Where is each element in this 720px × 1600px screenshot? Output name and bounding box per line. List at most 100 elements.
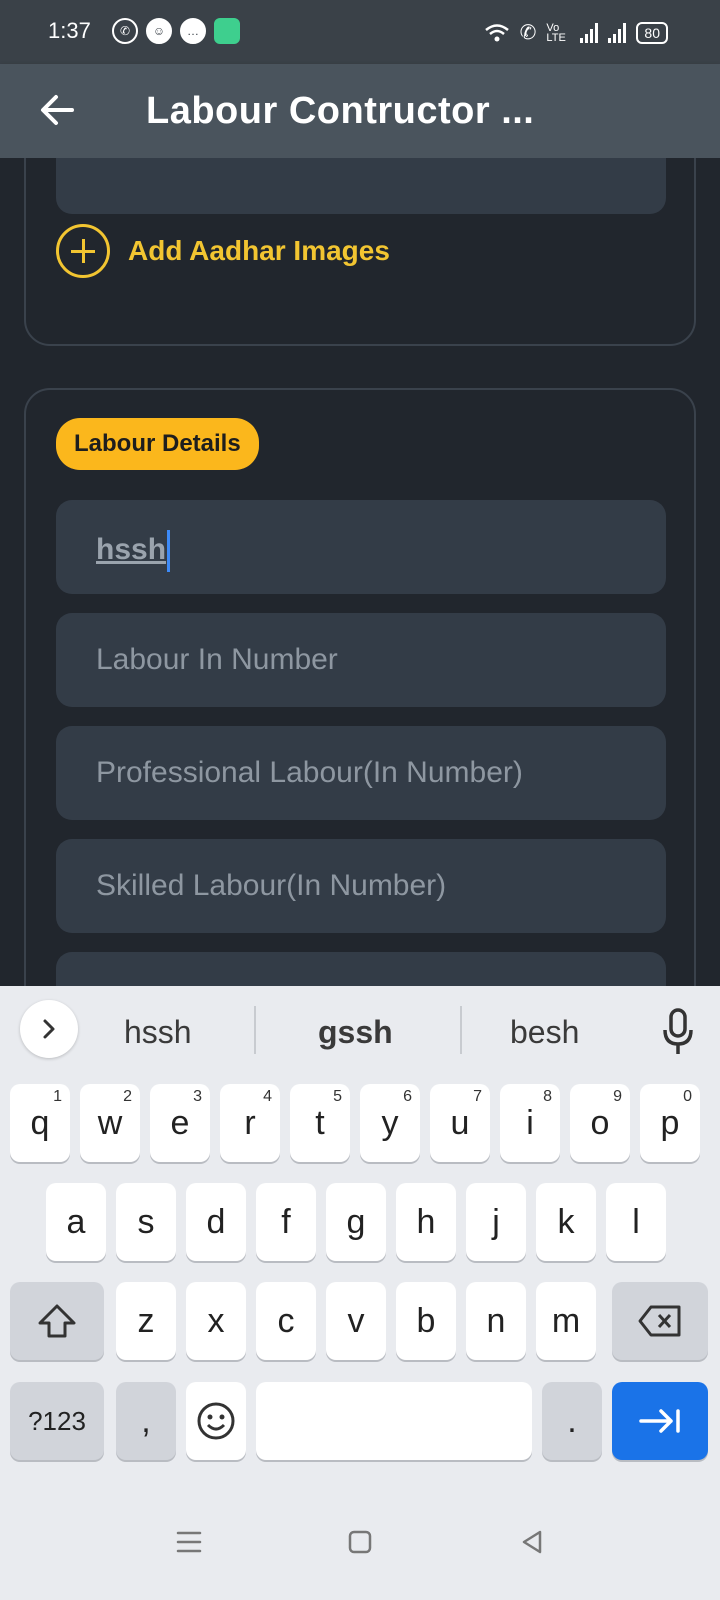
aadhar-card: Add Aadhar Images <box>24 158 696 346</box>
key-l[interactable]: l <box>606 1183 666 1261</box>
key-t-number-hint: 5 <box>333 1088 342 1105</box>
key-q-number-hint: 1 <box>53 1088 62 1105</box>
signal-icon-2 <box>608 22 627 43</box>
labour-name-input[interactable]: hssh <box>56 500 666 594</box>
backspace-key[interactable] <box>612 1282 708 1360</box>
key-o[interactable]: o9 <box>570 1084 630 1162</box>
space-key[interactable] <box>256 1382 532 1460</box>
key-h[interactable]: h <box>396 1183 456 1261</box>
key-n-label: n <box>486 1301 506 1340</box>
key-w-label: w <box>97 1103 123 1142</box>
key-p[interactable]: p0 <box>640 1084 700 1162</box>
signal-icon-1 <box>580 22 599 43</box>
aadhar-field[interactable] <box>56 158 666 214</box>
key-u[interactable]: u7 <box>430 1084 490 1162</box>
key-m[interactable]: m <box>536 1282 596 1360</box>
labour-in-number-placeholder: Labour In Number <box>96 643 338 676</box>
microphone-icon[interactable] <box>660 1008 696 1056</box>
expand-toolbar-button[interactable] <box>20 1000 78 1058</box>
key-x[interactable]: x <box>186 1282 246 1360</box>
key-j[interactable]: j <box>466 1183 526 1261</box>
key-j-label: j <box>492 1202 500 1241</box>
suggestion-strip: hssh gssh besh <box>0 986 720 1082</box>
key-k[interactable]: k <box>536 1183 596 1261</box>
key-c[interactable]: c <box>256 1282 316 1360</box>
key-s-label: s <box>137 1202 155 1241</box>
notification-icons: ✆ ☺ … <box>112 18 240 44</box>
wifi-icon <box>484 23 509 41</box>
key-c-label: c <box>277 1301 295 1340</box>
key-y-number-hint: 6 <box>403 1088 412 1105</box>
key-s[interactable]: s <box>116 1183 176 1261</box>
key-r[interactable]: r4 <box>220 1084 280 1162</box>
professional-labour-input[interactable]: Professional Labour(In Number) <box>56 726 666 820</box>
key-r-number-hint: 4 <box>263 1088 272 1105</box>
symbols-key[interactable]: ?123 <box>10 1382 104 1460</box>
snapchat-icon: ☺ <box>146 18 172 44</box>
shift-icon <box>38 1304 76 1338</box>
add-circle-icon <box>56 224 110 278</box>
tab-arrow-icon <box>639 1409 680 1433</box>
key-d[interactable]: d <box>186 1183 246 1261</box>
key-d-label: d <box>206 1202 226 1241</box>
suggestion-2[interactable]: gssh <box>318 1014 393 1051</box>
key-p-number-hint: 0 <box>683 1088 692 1105</box>
key-w[interactable]: w2 <box>80 1084 140 1162</box>
shift-key[interactable] <box>10 1282 104 1360</box>
key-g-label: g <box>346 1202 366 1241</box>
key-e-number-hint: 3 <box>193 1088 202 1105</box>
suggestion-divider <box>460 1006 462 1054</box>
backspace-icon <box>638 1305 681 1337</box>
labour-details-card: Labour Details hssh Labour In Number Pro… <box>24 388 696 986</box>
key-f[interactable]: f <box>256 1183 316 1261</box>
next-field-key[interactable] <box>612 1382 708 1460</box>
key-g[interactable]: g <box>326 1183 386 1261</box>
key-y[interactable]: y6 <box>360 1084 420 1162</box>
key-e[interactable]: e3 <box>150 1084 210 1162</box>
key-u-number-hint: 7 <box>473 1088 482 1105</box>
suggestion-divider <box>254 1006 256 1054</box>
key-i[interactable]: i8 <box>500 1084 560 1162</box>
key-p-label: p <box>660 1103 680 1142</box>
professional-labour-placeholder: Professional Labour(In Number) <box>96 756 523 789</box>
key-x-label: x <box>207 1301 225 1340</box>
key-m-label: m <box>551 1301 581 1340</box>
home-icon[interactable] <box>348 1530 372 1554</box>
key-i-number-hint: 8 <box>543 1088 552 1105</box>
form-content[interactable]: Add Aadhar Images Labour Details hssh La… <box>0 158 720 986</box>
key-t[interactable]: t5 <box>290 1084 350 1162</box>
skilled-labour-placeholder: Skilled Labour(In Number) <box>96 869 447 902</box>
page-title: Labour Contructor ... <box>146 90 535 132</box>
next-input[interactable] <box>56 952 666 986</box>
recent-apps-icon[interactable] <box>176 1530 202 1554</box>
key-a[interactable]: a <box>46 1183 106 1261</box>
back-triangle-icon[interactable] <box>520 1530 544 1554</box>
key-h-label: h <box>416 1202 436 1241</box>
key-v[interactable]: v <box>326 1282 386 1360</box>
labour-in-number-input[interactable]: Labour In Number <box>56 613 666 707</box>
status-time: 1:37 <box>48 18 91 43</box>
volte-label: Vo LTE <box>546 21 566 44</box>
chevron-right-icon <box>43 1019 55 1039</box>
emoji-icon <box>197 1402 235 1440</box>
key-q[interactable]: q1 <box>10 1084 70 1162</box>
key-b[interactable]: b <box>396 1282 456 1360</box>
emoji-key[interactable] <box>186 1382 246 1460</box>
key-l-label: l <box>632 1202 640 1241</box>
text-cursor <box>167 530 171 572</box>
add-aadhar-button[interactable]: Add Aadhar Images <box>56 224 390 278</box>
labour-name-value: hssh <box>96 532 167 566</box>
key-n[interactable]: n <box>466 1282 526 1360</box>
key-z[interactable]: z <box>116 1282 176 1360</box>
skilled-labour-input[interactable]: Skilled Labour(In Number) <box>56 839 666 933</box>
suggestion-3[interactable]: besh <box>510 1014 579 1051</box>
key-y-label: y <box>381 1103 399 1142</box>
suggestion-1[interactable]: hssh <box>124 1014 192 1051</box>
key-i-label: i <box>526 1103 534 1142</box>
key-o-label: o <box>590 1103 610 1142</box>
key-z-label: z <box>137 1301 155 1340</box>
period-key[interactable]: . <box>542 1382 602 1460</box>
back-arrow-icon[interactable] <box>36 88 80 132</box>
comma-key[interactable]: , <box>116 1382 176 1460</box>
key-k-label: k <box>557 1202 575 1241</box>
